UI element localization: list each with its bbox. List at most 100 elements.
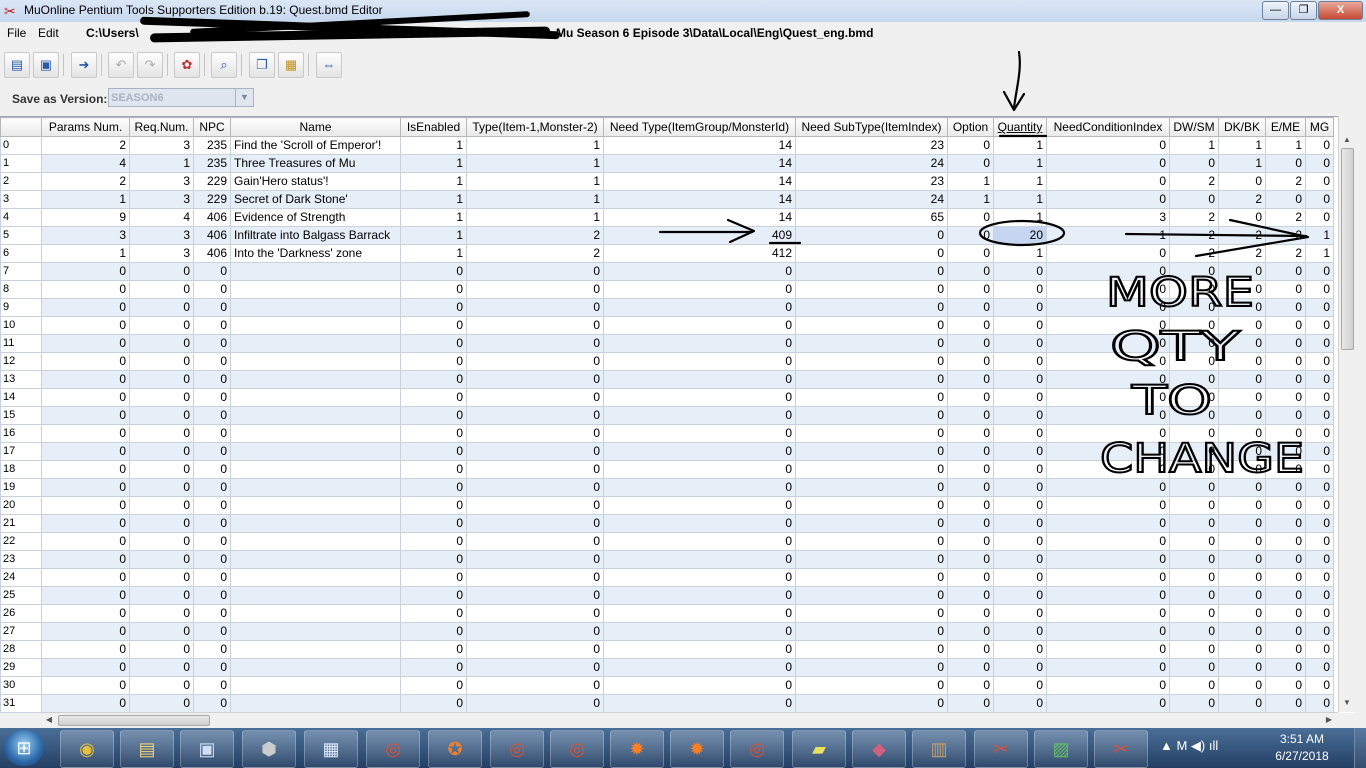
table-cell[interactable]: 0 (400, 406, 467, 425)
quest-name-cell[interactable]: Secret of Dark Stone' (230, 190, 401, 209)
table-cell[interactable]: 0 (603, 604, 796, 623)
table-cell[interactable]: 2 (1169, 244, 1219, 263)
table-cell[interactable]: 0 (193, 496, 231, 515)
table-cell[interactable]: 0 (1218, 388, 1266, 407)
table-cell[interactable]: 0 (129, 262, 194, 281)
redo-icon[interactable]: ↷ (137, 52, 163, 78)
table-cell[interactable]: 0 (466, 460, 604, 479)
table-cell[interactable]: 0 (41, 424, 130, 443)
table-cell[interactable]: 0 (129, 694, 194, 713)
table-cell[interactable] (230, 370, 401, 389)
table-cell[interactable]: 0 (795, 532, 948, 551)
notes-icon[interactable]: ▰ (792, 730, 846, 768)
table-cell[interactable]: 0 (947, 136, 994, 155)
table-cell[interactable]: 0 (466, 550, 604, 569)
table-cell[interactable]: 1 (993, 154, 1047, 173)
table-cell[interactable]: 0 (1218, 424, 1266, 443)
table-cell[interactable]: 1 (947, 190, 994, 209)
table-cell[interactable]: 0 (400, 496, 467, 515)
table-row[interactable]: 16 0 0 0 0 0 0 0 0 0 0 0 0 0 0 (0, 424, 1334, 443)
table-cell[interactable]: 0 (795, 352, 948, 371)
table-cell[interactable]: 0 (1169, 262, 1219, 281)
table-cell[interactable]: 1 (466, 208, 604, 227)
table-cell[interactable]: 0 (795, 442, 948, 461)
table-cell[interactable] (230, 478, 401, 497)
table-cell[interactable]: 0 (947, 532, 994, 551)
scroll-thumb[interactable] (1341, 148, 1354, 350)
table-cell[interactable]: 1 (993, 208, 1047, 227)
table-cell[interactable]: 0 (1305, 658, 1334, 677)
table-cell[interactable]: 0 (603, 406, 796, 425)
explorer-icon[interactable]: ▤ (120, 730, 174, 768)
table-cell[interactable]: 0 (993, 658, 1047, 677)
table-row[interactable]: 27 0 0 0 0 0 0 0 0 0 0 0 0 0 0 (0, 622, 1334, 641)
table-cell[interactable]: 0 (41, 640, 130, 659)
scroll-left-icon[interactable]: ◀ (42, 713, 56, 727)
table-cell[interactable]: 0 (1169, 514, 1219, 533)
table-row[interactable]: 12 0 0 0 0 0 0 0 0 0 0 0 0 0 0 (0, 352, 1334, 371)
table-cell[interactable]: 0 (466, 334, 604, 353)
table-cell[interactable]: 0 (947, 460, 994, 479)
column-header[interactable]: NPC (193, 117, 231, 137)
table-row[interactable]: 15 0 0 0 0 0 0 0 0 0 0 0 0 0 0 (0, 406, 1334, 425)
table-cell[interactable]: 0 (603, 550, 796, 569)
column-header[interactable]: IsEnabled (400, 117, 467, 137)
table-cell[interactable]: 0 (1218, 442, 1266, 461)
table-cell[interactable]: 0 (1218, 298, 1266, 317)
table-cell[interactable]: 0 (400, 568, 467, 587)
table-cell[interactable]: 0 (947, 478, 994, 497)
export-icon[interactable]: ➜ (71, 52, 97, 78)
table-row[interactable]: 3 1 3 229 Secret of Dark Stone' 1 1 14 24 1 1 0 0 2 0 0 (0, 190, 1334, 209)
scroll-right-icon[interactable]: ▶ (1322, 713, 1336, 727)
table-cell[interactable]: 0 (1218, 532, 1266, 551)
table-cell[interactable]: 0 (400, 442, 467, 461)
scroll-up-icon[interactable]: ▲ (1340, 133, 1354, 147)
table-cell[interactable]: 0 (1305, 298, 1334, 317)
table-cell[interactable]: 0 (193, 514, 231, 533)
table-cell[interactable]: 2 (466, 226, 604, 245)
table-cell[interactable]: 0 (603, 658, 796, 677)
table-cell[interactable]: 0 (1305, 532, 1334, 551)
table-cell[interactable]: 0 (947, 442, 994, 461)
table-cell[interactable]: 0 (603, 280, 796, 299)
table-cell[interactable]: 0 (1046, 640, 1170, 659)
table-cell[interactable]: 0 (603, 676, 796, 695)
table-row[interactable]: 2 2 3 229 Gain'Hero status'! 1 1 14 23 1 1 0 2 0 2 0 (0, 172, 1334, 191)
table-cell[interactable]: 412 (603, 244, 796, 263)
table-row[interactable]: 800000000000000 (0, 280, 1334, 299)
table-cell[interactable]: 0 (603, 622, 796, 641)
app-icon[interactable]: ✪ (428, 730, 482, 768)
table-cell[interactable] (230, 442, 401, 461)
mu-icon[interactable]: ◎ (490, 730, 544, 768)
table-cell[interactable]: 0 (1305, 460, 1334, 479)
table-cell[interactable]: 0 (129, 496, 194, 515)
table-cell[interactable]: 0 (1305, 388, 1334, 407)
table-cell[interactable]: 0 (1305, 370, 1334, 389)
table-cell[interactable]: 0 (466, 514, 604, 533)
table-cell[interactable]: 0 (400, 280, 467, 299)
table-cell[interactable]: 0 (400, 298, 467, 317)
table-cell[interactable]: 0 (1218, 316, 1266, 335)
close-button[interactable]: X (1318, 1, 1363, 20)
table-cell[interactable]: 0 (1305, 442, 1334, 461)
table-cell[interactable]: 0 (993, 388, 1047, 407)
table-cell[interactable] (230, 622, 401, 641)
paste-icon[interactable]: ▦ (278, 52, 304, 78)
table-cell[interactable]: 1 (400, 226, 467, 245)
table-cell[interactable]: 0 (1305, 316, 1334, 335)
table-cell[interactable]: 1 (400, 208, 467, 227)
table-cell[interactable]: 0 (1265, 658, 1306, 677)
table-cell[interactable]: 0 (947, 496, 994, 515)
table-cell[interactable]: 0 (1305, 136, 1334, 155)
table-cell[interactable]: 0 (129, 280, 194, 299)
table-cell[interactable]: 0 (129, 568, 194, 587)
table-cell[interactable]: 0 (1265, 676, 1306, 695)
table-cell[interactable]: 0 (129, 424, 194, 443)
table-cell[interactable]: 0 (795, 226, 948, 245)
table-cell[interactable]: 0 (1169, 550, 1219, 569)
table-cell[interactable]: 0 (1305, 154, 1334, 173)
column-header[interactable]: Name (230, 117, 401, 137)
table-cell[interactable]: 0 (993, 316, 1047, 335)
table-cell[interactable]: 1 (1305, 226, 1334, 245)
table-cell[interactable]: 0 (947, 244, 994, 263)
